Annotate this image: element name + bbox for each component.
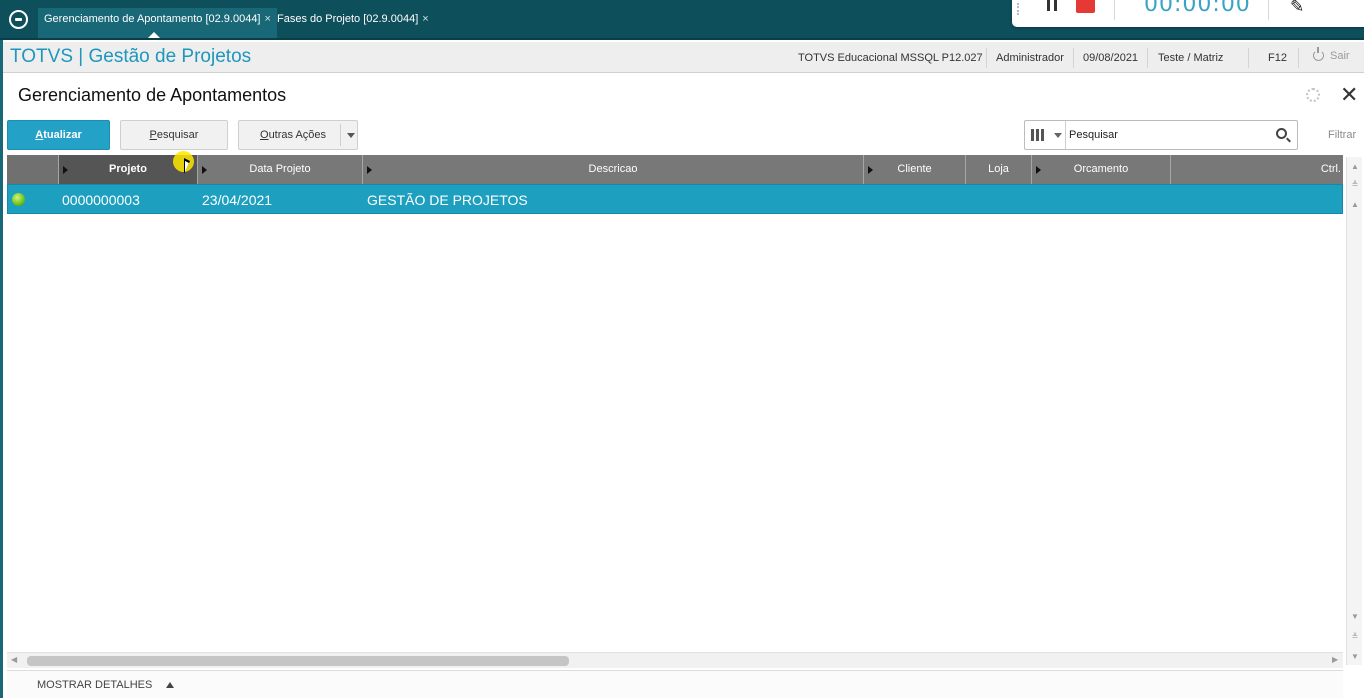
user-label: Administrador: [996, 52, 1064, 64]
column-header-descricao[interactable]: Descricao: [363, 155, 864, 184]
tab-label: Gerenciamento de Apontamento [02.9.0044]: [44, 13, 261, 25]
expand-arrow-icon: [202, 166, 207, 174]
horizontal-scrollbar[interactable]: ◀ ▶: [7, 652, 1343, 668]
expand-arrow-icon: [1036, 166, 1041, 174]
more-label: utras Ações: [268, 129, 327, 141]
column-header-loja[interactable]: Loja: [966, 155, 1032, 184]
search-icon[interactable]: [1276, 128, 1287, 139]
column-header-orcamento[interactable]: Orcamento: [1032, 155, 1171, 184]
divider: [1248, 48, 1249, 68]
expand-arrow-icon: [63, 166, 68, 174]
search-label-mnemonic: P: [149, 129, 157, 141]
recording-timer: 00:00:00: [1144, 0, 1251, 17]
column-header-label: Ctrl.: [1320, 163, 1341, 175]
update-label: tualizar: [43, 129, 82, 141]
mouse-cursor-icon: [184, 158, 190, 174]
divider: [340, 124, 341, 146]
cell-data-projeto: 23/04/2021: [202, 192, 273, 208]
columns-icon[interactable]: [1031, 129, 1047, 141]
branch-label: Teste / Matriz: [1158, 52, 1224, 64]
divider: [1065, 121, 1066, 149]
cell-descricao: GESTÃO DE PROJETOS: [367, 192, 528, 208]
column-header-label: Projeto: [109, 163, 147, 175]
close-icon[interactable]: ×: [265, 13, 271, 25]
left-accent-border: [0, 40, 3, 698]
shortcut-label[interactable]: F12: [1268, 52, 1287, 64]
footer-bar: MOSTRAR DETALHES: [7, 670, 1343, 698]
scroll-left-icon[interactable]: ◀: [11, 655, 17, 664]
divider: [1114, 0, 1115, 20]
divider: [1147, 48, 1148, 68]
more-actions-button[interactable]: Outras Ações: [238, 120, 358, 150]
divider: [1073, 48, 1074, 68]
exit-button[interactable]: Sair: [1313, 47, 1350, 62]
recorder-overlay: 00:00:00 ✎: [1012, 0, 1364, 27]
column-header-label: Descricao: [588, 163, 638, 175]
column-header-label: Orcamento: [1073, 163, 1129, 175]
divider: [986, 48, 987, 68]
expand-arrow-icon: [868, 166, 873, 174]
tab-fases-do-projeto[interactable]: Fases do Projeto [02.9.0044] ×: [271, 8, 435, 38]
scroll-right-icon[interactable]: ▶: [1332, 655, 1338, 664]
show-details-button[interactable]: MOSTRAR DETALHES: [37, 679, 152, 691]
divider: [1268, 0, 1269, 20]
more-label-mnemonic: O: [260, 129, 269, 141]
search-button[interactable]: Pesquisar: [120, 120, 228, 150]
page-title: Gerenciamento de Apontamentos: [18, 85, 287, 105]
active-tab-caret-icon: [148, 32, 160, 38]
chevron-down-icon[interactable]: [347, 133, 355, 138]
pause-icon[interactable]: [1044, 0, 1060, 12]
scroll-up-small-icon[interactable]: ▲: [1349, 199, 1361, 211]
filter-link[interactable]: Filtrar: [1328, 129, 1356, 141]
table-row[interactable]: 0000000003 23/04/2021 GESTÃO DE PROJETOS: [7, 184, 1343, 214]
scroll-page-up-icon[interactable]: ≜: [1349, 179, 1361, 191]
cell-projeto: 0000000003: [62, 192, 140, 208]
search-box: [1024, 120, 1298, 150]
column-header-status: [7, 155, 59, 184]
scroll-up-icon[interactable]: ▲: [1349, 161, 1361, 173]
header-bar: TOTVS | Gestão de Projetos TOTVS Educaci…: [3, 42, 1364, 73]
chevron-down-icon[interactable]: [1054, 133, 1062, 138]
scroll-page-down-icon[interactable]: ≚: [1349, 631, 1361, 643]
scroll-down-small-icon[interactable]: ▼: [1349, 611, 1361, 623]
column-header-ctrl[interactable]: Ctrl.: [1171, 155, 1343, 184]
search-input[interactable]: [1069, 125, 1269, 145]
scrollbar-thumb[interactable]: [27, 656, 569, 666]
vertical-scrollbar[interactable]: ▲ ≜ ▲ ▼ ≚ ▼: [1346, 157, 1362, 665]
close-icon[interactable]: ✕: [1340, 84, 1358, 106]
drag-handle-icon[interactable]: [1017, 3, 1020, 15]
scroll-down-icon[interactable]: ▼: [1349, 651, 1361, 663]
column-header-label: Cliente: [897, 163, 932, 175]
exit-label: Sair: [1330, 50, 1350, 62]
column-header-cliente[interactable]: Cliente: [864, 155, 966, 184]
divider: [1298, 48, 1299, 68]
search-label: esquisar: [156, 129, 199, 141]
gear-icon[interactable]: [1306, 88, 1320, 102]
stop-icon[interactable]: [1076, 0, 1095, 13]
expand-arrow-icon: [367, 166, 372, 174]
pen-icon[interactable]: ✎: [1290, 0, 1304, 17]
update-button[interactable]: Atualizar: [7, 120, 110, 150]
close-icon[interactable]: ×: [422, 13, 428, 25]
environment-label: TOTVS Educacional MSSQL P12.027: [798, 52, 983, 64]
tab-label: Fases do Projeto [02.9.0044]: [277, 13, 419, 25]
brand-title: TOTVS | Gestão de Projetos: [10, 46, 252, 67]
app-logo-icon[interactable]: [9, 10, 28, 29]
date-label: 09/08/2021: [1083, 52, 1139, 64]
chevron-up-icon[interactable]: [166, 682, 174, 688]
grid-header: Projeto Data Projeto Descricao Cliente L…: [7, 155, 1343, 184]
power-icon: [1313, 47, 1324, 61]
column-header-label: Data Projeto: [249, 163, 311, 175]
column-header-data-projeto[interactable]: Data Projeto: [198, 155, 363, 184]
column-header-label: Loja: [988, 163, 1009, 175]
status-green-icon: [12, 193, 25, 206]
